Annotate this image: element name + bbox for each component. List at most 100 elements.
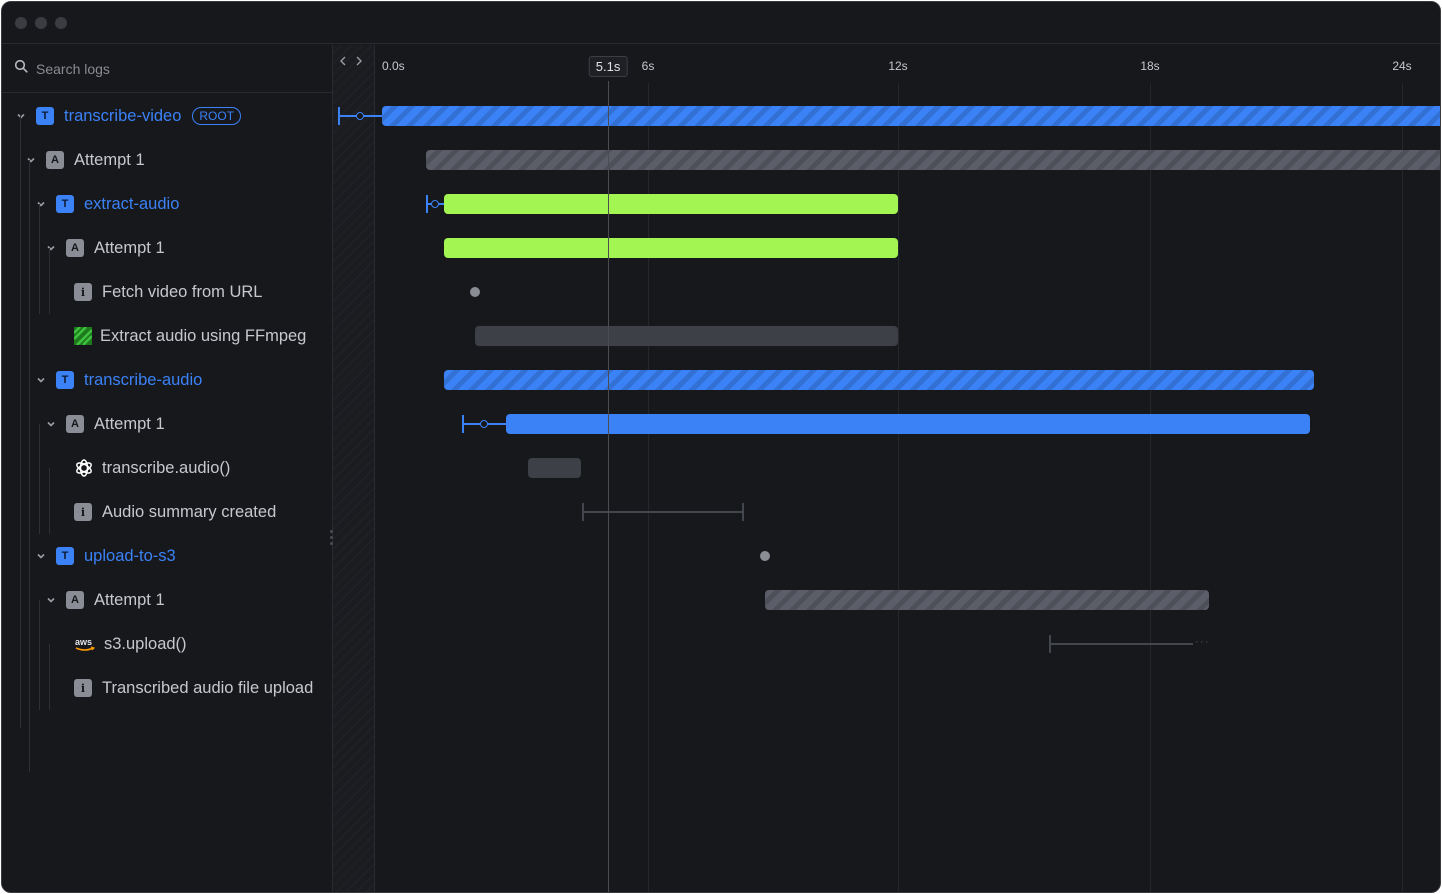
tree-row-task[interactable]: Tupload-to-s3 — [34, 534, 176, 578]
queued-indicator — [426, 194, 445, 214]
tree-guide-line — [29, 160, 30, 772]
tree-row-attempt[interactable]: A Attempt 1 — [44, 578, 165, 622]
tree-row-attempt[interactable]: A Attempt 1 — [44, 402, 165, 446]
info-icon: i — [74, 283, 92, 301]
tree-guide-line — [49, 248, 50, 314]
attempt-icon: A — [66, 415, 84, 433]
time-cursor-line[interactable] — [608, 81, 610, 892]
chevron-down-icon[interactable] — [34, 373, 48, 387]
search-input[interactable] — [36, 60, 296, 77]
task-icon: T — [56, 195, 74, 213]
tree-row-span[interactable]: aws s3.upload() — [74, 622, 187, 666]
chevron-down-icon[interactable] — [24, 153, 38, 167]
tree-row-log[interactable]: i Fetch video from URL — [74, 270, 262, 314]
span-bar[interactable] — [426, 150, 1440, 170]
timeline-nav — [338, 54, 364, 73]
tree-row-label: upload-to-s3 — [84, 546, 176, 565]
window-minimize-button[interactable] — [35, 17, 47, 29]
log-tree-sidebar: Ttranscribe-video ROOT A Attempt 1 Textract-… — [2, 45, 332, 892]
svg-text:aws: aws — [75, 637, 92, 647]
chevron-down-icon[interactable] — [44, 593, 58, 607]
openai-icon — [74, 458, 94, 478]
root-badge: ROOT — [192, 107, 242, 125]
window-maximize-button[interactable] — [55, 17, 67, 29]
tree-row-label: extract-audio — [84, 194, 180, 213]
tree-row-label: Attempt 1 — [94, 238, 165, 257]
chevron-down-icon[interactable] — [44, 417, 58, 431]
tree-row-label: Extract audio using FFmpeg — [100, 326, 307, 345]
span-range[interactable] — [581, 511, 744, 513]
title-bar — [2, 2, 1440, 44]
window-close-button[interactable] — [15, 17, 27, 29]
log-point[interactable] — [759, 551, 770, 561]
chevron-left-icon[interactable] — [338, 54, 348, 73]
log-point[interactable] — [470, 287, 481, 297]
tick-label: 6s — [641, 59, 655, 73]
chevron-down-icon[interactable] — [14, 109, 28, 123]
tree-row-label: Audio summary created — [102, 502, 277, 521]
tick-label: 0.0s — [382, 59, 405, 73]
tick-label: 18s — [1140, 59, 1160, 73]
task-icon: T — [56, 547, 74, 565]
tree-guide-line — [20, 116, 21, 728]
chevron-down-icon[interactable] — [34, 549, 48, 563]
tree-row-task[interactable]: Ttranscribe-audio — [34, 358, 202, 402]
tree-row-log[interactable]: i Audio summary created — [74, 490, 276, 534]
time-cursor-label: 5.1s — [588, 56, 628, 77]
span-range-start-cap — [581, 503, 584, 521]
tree-row-label: Attempt 1 — [94, 414, 165, 433]
span-bar[interactable] — [475, 326, 898, 346]
in-progress-indicator: ··· — [1194, 634, 1210, 648]
panel-resize-handle[interactable] — [330, 530, 334, 548]
span-bar[interactable] — [506, 414, 1310, 434]
tree-row-label: transcribe-video — [64, 106, 182, 125]
tree-guide-line — [39, 600, 40, 710]
span-bar[interactable] — [444, 238, 898, 258]
attempt-icon: A — [66, 239, 84, 257]
timeline-panel[interactable]: 0.0s 6s 12s 18s 24s ··· 5.1s — [337, 45, 1440, 892]
span-bar[interactable] — [444, 370, 1314, 390]
tree-row-label: s3.upload() — [104, 634, 187, 653]
chevron-down-icon[interactable] — [34, 197, 48, 211]
tree-guide-line — [39, 424, 40, 534]
tree-row-task[interactable]: Ttranscribe-video ROOT — [14, 94, 242, 138]
span-range[interactable] — [1049, 643, 1193, 645]
tree-row-span[interactable]: Extract audio using FFmpeg — [74, 314, 306, 358]
span-range-start-cap — [1049, 635, 1052, 653]
aws-icon: aws — [74, 636, 96, 652]
attempt-icon: A — [66, 591, 84, 609]
span-bar[interactable] — [382, 106, 1440, 126]
tree-row-attempt[interactable]: A Attempt 1 — [44, 226, 165, 270]
tree-row-label: Fetch video from URL — [102, 282, 263, 301]
tree-row-log[interactable]: i Transcribed audio file upload — [74, 666, 313, 710]
span-bar[interactable] — [444, 194, 898, 214]
gridline — [1150, 83, 1151, 892]
attempt-icon: A — [46, 151, 64, 169]
tree-row-span[interactable]: transcribe.audio() — [74, 446, 230, 490]
timeline-gutter — [332, 45, 375, 892]
span-bar[interactable] — [764, 590, 1209, 610]
gridline — [898, 83, 899, 892]
chevron-down-icon[interactable] — [44, 241, 58, 255]
search-icon — [14, 59, 28, 78]
tree-row-attempt[interactable]: A Attempt 1 — [24, 138, 145, 182]
tick-label: 12s — [888, 59, 908, 73]
span-bar[interactable] — [528, 458, 582, 478]
tree-guide-line — [49, 468, 50, 534]
queued-indicator — [461, 414, 507, 434]
task-icon: T — [56, 371, 74, 389]
tree-row-label: Attempt 1 — [74, 150, 145, 169]
gridline — [1402, 83, 1403, 892]
tree-row-label: Attempt 1 — [94, 590, 165, 609]
tree-guide-line — [49, 644, 50, 710]
queued-indicator — [337, 106, 382, 126]
chevron-right-icon[interactable] — [354, 54, 364, 73]
task-icon: T — [36, 107, 54, 125]
span-range-end-cap — [741, 503, 744, 521]
search-bar — [2, 45, 332, 93]
app-window: Ttranscribe-video ROOT A Attempt 1 Textract-… — [1, 1, 1441, 893]
tree-row-task[interactable]: Textract-audio — [34, 182, 179, 226]
tree-row-label: transcribe.audio() — [102, 458, 231, 477]
info-icon: i — [74, 503, 92, 521]
tree-guide-line — [39, 204, 40, 314]
